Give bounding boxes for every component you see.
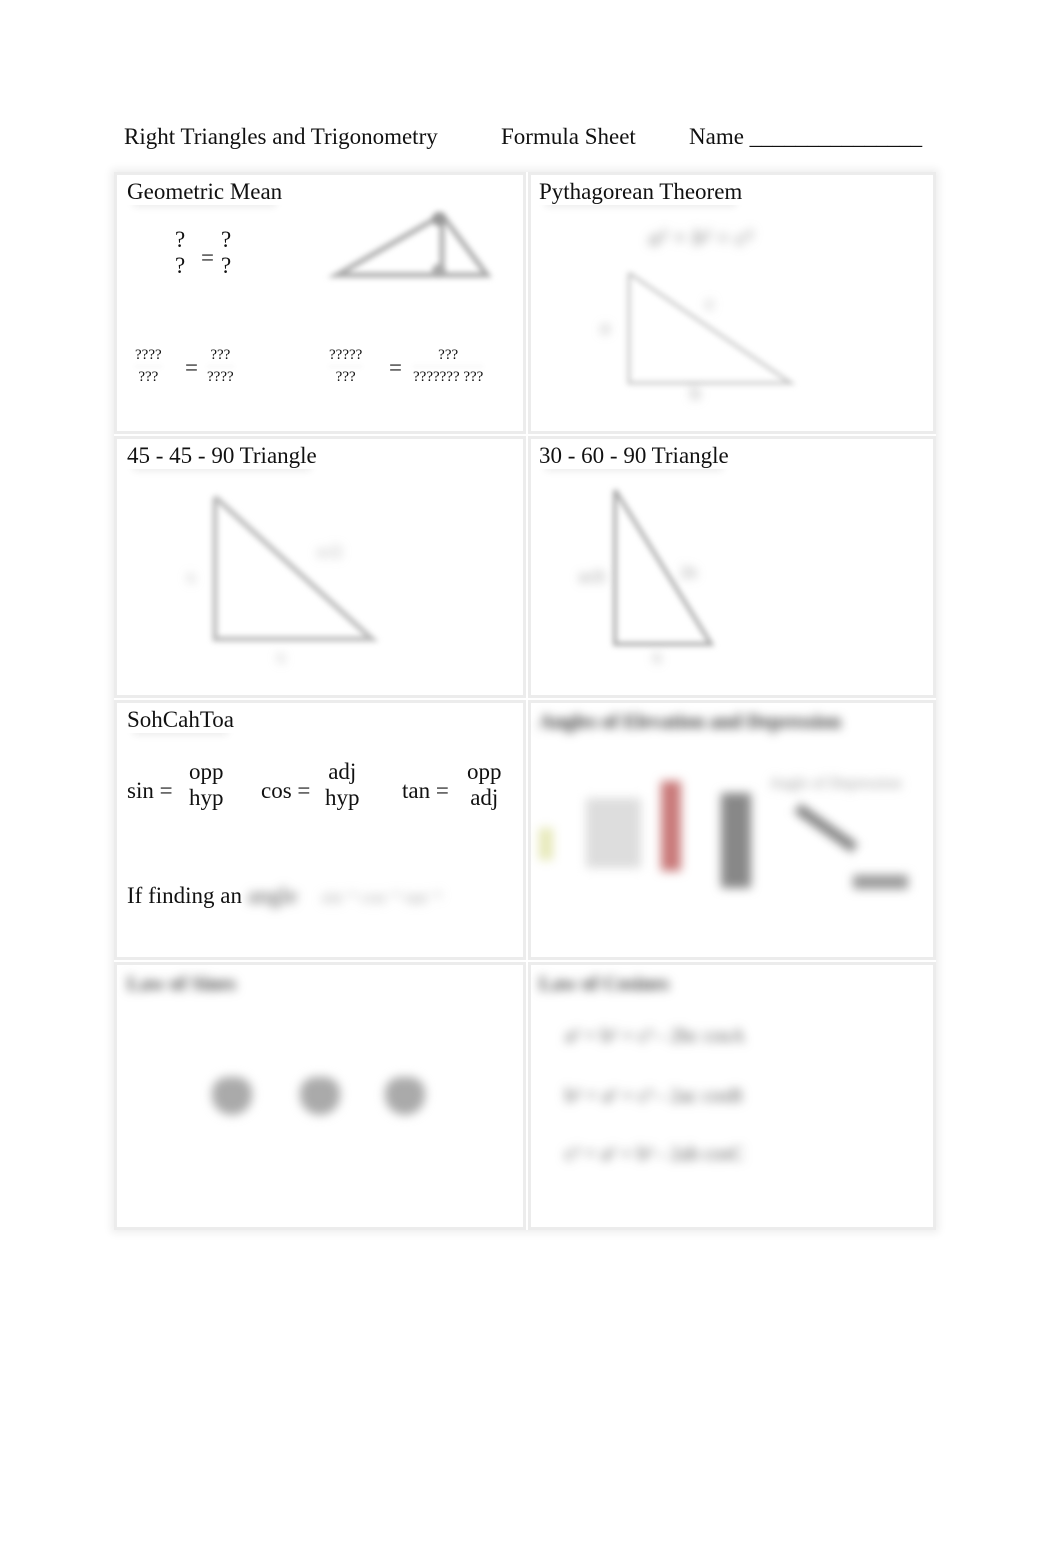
denominator: hyp (189, 785, 224, 810)
name-field[interactable]: Name _______________ (689, 124, 922, 150)
denominator: ??? (335, 369, 356, 385)
pythagorean-formula: a² + b² = c² (649, 225, 753, 250)
law-of-sines-section: Law of Sines (114, 962, 526, 1230)
long-leg-label: x√3 (579, 569, 604, 586)
numerator: ? (221, 227, 232, 252)
fraction: ? ? (221, 227, 231, 279)
pythagorean-section: Pythagorean Theorem a² + b² = c² a c b (528, 172, 936, 434)
section-title: SohCahToa (127, 707, 234, 732)
blurred-figure (539, 828, 553, 860)
note-text: If finding an angle sin⁻¹ cos⁻¹ tan⁻¹ (127, 883, 442, 909)
cosine-formula: c² = a² + b² - 2ab cosC (565, 1143, 744, 1165)
hypotenuse-label: 2x (681, 564, 697, 581)
numerator: ??? (210, 347, 231, 363)
elevation-section: Angles of Elevation and Depression Angle… (528, 700, 936, 960)
sine-ratio (385, 1077, 425, 1115)
tan-label: tan = (402, 778, 449, 803)
sohcahtoa-section: SohCahToa sin = opp hyp cos = adj hyp ta… (114, 700, 526, 960)
sin-label: sin = (127, 778, 173, 803)
denominator: ? (175, 253, 186, 278)
ratio-fraction: ??? ??????? ??? (413, 347, 484, 386)
section-title: Pythagorean Theorem (539, 179, 743, 204)
note-visible: If finding an (127, 883, 242, 908)
section-title: Angles of Elevation and Depression (539, 711, 841, 733)
triangle-30-diagram (613, 488, 715, 646)
numerator: ???? (135, 347, 162, 363)
law-of-cosines-section: Law of Cosines a² = b² + c² - 2bc cosA b… (528, 962, 936, 1230)
cosine-formula: a² = b² + c² - 2bc cosA (565, 1025, 745, 1047)
section-title: 45 - 45 - 90 Triangle (127, 443, 317, 468)
equals-sign: = (185, 355, 198, 380)
tan-fraction: opp adj (467, 759, 502, 811)
equals-sign: = (389, 355, 402, 380)
geometric-mean-section: Geometric Mean ? ? = ? ? ???? ??? = ??? … (114, 172, 526, 434)
sine-ratio (212, 1077, 252, 1115)
equals-sign: = (201, 245, 214, 270)
section-title: 30 - 60 - 90 Triangle (539, 443, 729, 468)
fraction-bar (207, 366, 234, 367)
ratio-fraction: ???? ??? (135, 347, 162, 386)
cos-fraction: adj hyp (325, 759, 360, 811)
numerator: ? (175, 227, 186, 252)
numerator: adj (328, 759, 357, 784)
ratio-fraction: ????? ??? (329, 347, 363, 386)
side-c-label: c (706, 293, 714, 313)
denominator: adj (470, 785, 499, 810)
hypotenuse-label: x√2 (317, 544, 342, 561)
sin-fraction: opp hyp (189, 759, 224, 811)
triangle-30-section: 30 - 60 - 90 Triangle x√3 2x x (528, 436, 936, 698)
denominator: hyp (325, 785, 360, 810)
note-blurred: angle (247, 883, 298, 908)
short-leg-label: x (653, 649, 661, 666)
blurred-tower (661, 781, 681, 871)
sheet-subtitle: Formula Sheet (501, 124, 636, 149)
sightline (794, 803, 858, 853)
triangle-diagram (327, 211, 492, 278)
section-title: Law of Cosines (539, 973, 670, 995)
numerator: ????? (329, 347, 363, 363)
triangle-45-section: 45 - 45 - 90 Triangle x x√2 x (114, 436, 526, 698)
blurred-cliff (721, 793, 751, 888)
sine-ratio (300, 1077, 340, 1115)
denominator: ? (221, 253, 232, 278)
side-b-label: b (691, 383, 700, 403)
denominator: ???? (207, 369, 234, 385)
fraction-bar (413, 366, 484, 367)
sheet-title: Right Triangles and Trigonometry (124, 124, 438, 149)
side-a-label: a (601, 317, 609, 337)
formula-grid: Geometric Mean ? ? = ? ? ???? ??? = ??? … (114, 172, 936, 1230)
blurred-label (853, 875, 908, 889)
numerator: opp (189, 759, 224, 784)
cosine-formula: b² = a² + c² - 2ac cosB (565, 1085, 743, 1107)
fraction-bar (329, 366, 363, 367)
triangle-45-diagram (212, 495, 379, 642)
fraction: ? ? (175, 227, 185, 279)
numerator: opp (467, 759, 502, 784)
depression-label: Angle of Depression (769, 775, 902, 792)
section-title: Law of Sines (127, 973, 236, 995)
denominator: ??????? ??? (413, 369, 484, 385)
denominator: ??? (138, 369, 159, 385)
leg-label: x (187, 569, 195, 586)
right-triangle-diagram (627, 271, 796, 385)
leg-label: x (277, 649, 285, 666)
blurred-building (586, 798, 641, 868)
fraction-bar (135, 366, 162, 367)
cos-label: cos = (261, 778, 311, 803)
inverse-functions: sin⁻¹ cos⁻¹ tan⁻¹ (321, 887, 442, 907)
numerator: ??? (438, 347, 459, 363)
section-title: Geometric Mean (127, 179, 283, 204)
ratio-fraction: ??? ???? (207, 347, 234, 386)
